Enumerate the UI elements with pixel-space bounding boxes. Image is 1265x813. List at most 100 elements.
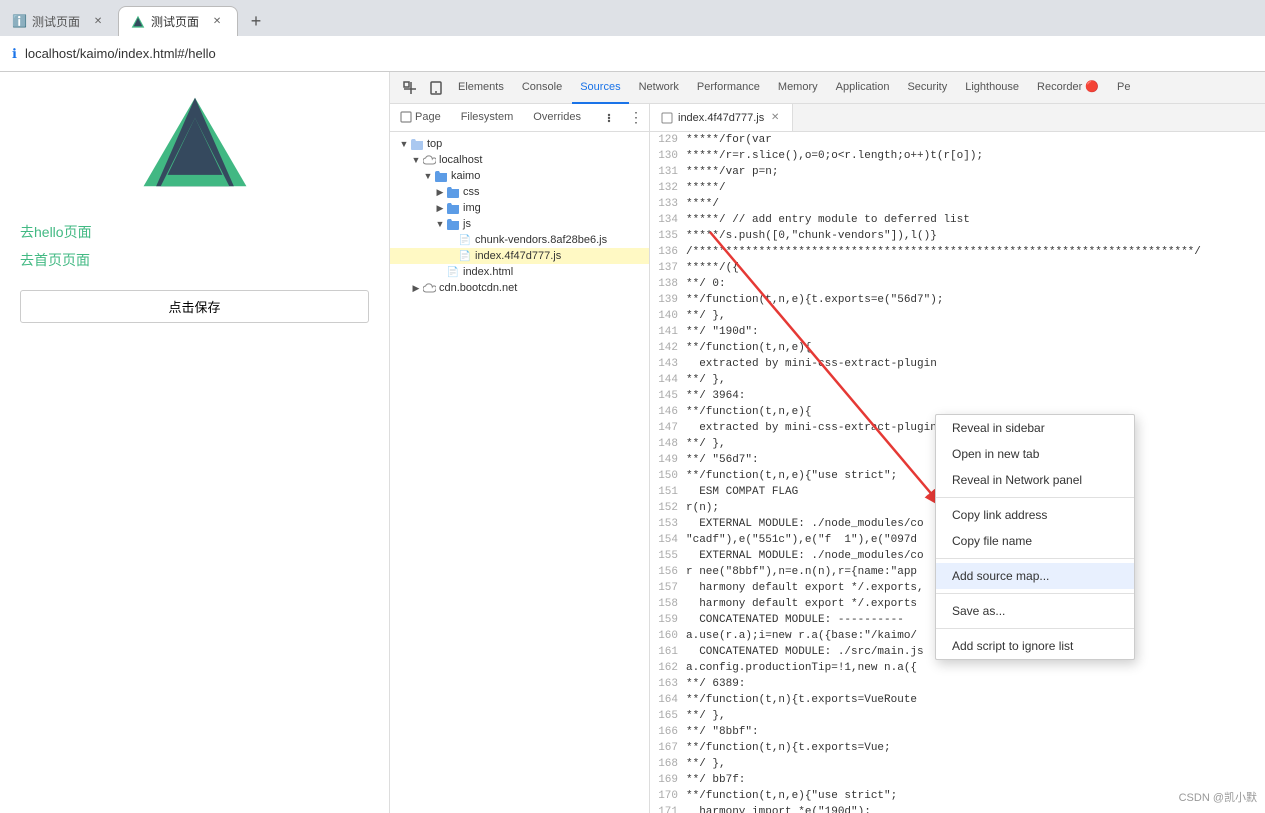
context-menu-copy-link[interactable]: Copy link address [936, 502, 1134, 528]
code-tab-index-js[interactable]: index.4f47d777.js ✕ [650, 104, 793, 132]
tree-item-chunk-vendors[interactable]: ▶ 📄 chunk-vendors.8af28be6.js [390, 232, 649, 248]
line-content: a.config.productionTip=!1,new n.a({ [686, 662, 917, 674]
tree-label-css: css [463, 186, 480, 198]
file-tree-menu[interactable]: ⋮ [623, 104, 649, 131]
tab-application[interactable]: Application [828, 72, 898, 104]
vue-logo-area [0, 72, 389, 212]
line-number: 160 [654, 630, 686, 642]
context-menu-copy-filename[interactable]: Copy file name [936, 528, 1134, 554]
code-line-131: 131*****/var p=n; [650, 164, 1265, 180]
tree-label-index-js: index.4f47d777.js [475, 250, 561, 262]
tree-item-cdn[interactable]: ▶ cdn.bootcdn.net [390, 280, 649, 296]
code-line-139: 139**/function(t,n,e){t.exports=e("56d7"… [650, 292, 1265, 308]
line-content: **/ 6389: [686, 678, 745, 690]
code-line-165: 165**/ }, [650, 708, 1265, 724]
hello-page-link[interactable]: 去hello页面 [20, 222, 92, 242]
code-line-135: 135*****/s.push([0,"chunk-vendors"]),l()… [650, 228, 1265, 244]
tree-label-img: img [463, 202, 481, 214]
line-number: 143 [654, 358, 686, 370]
sources-tab-more[interactable] [595, 104, 623, 131]
tree-item-top[interactable]: ▼ top [390, 136, 649, 152]
main-content: 去hello页面 去首页页面 点击保存 Elements Console Sou… [0, 72, 1265, 813]
line-content: harmony default export */.exports, [686, 582, 924, 594]
address-bar: ℹ localhost/kaimo/index.html#/hello [0, 36, 1265, 72]
tab-performance[interactable]: Performance [689, 72, 768, 104]
line-content: **/function(t,n){t.exports=VueRoute [686, 694, 917, 706]
context-menu-reveal-sidebar[interactable]: Reveal in sidebar [936, 415, 1134, 441]
tree-item-kaimo[interactable]: ▼ kaimo [390, 168, 649, 184]
line-content: EXTERNAL MODULE: ./node_modules/co [686, 518, 924, 530]
context-menu-save-as[interactable]: Save as... [936, 598, 1134, 624]
code-line-137: 137*****/({ [650, 260, 1265, 276]
context-menu-ignore-list[interactable]: Add script to ignore list [936, 633, 1134, 659]
code-line-143: 143 extracted by mini-css-extract-plugin [650, 356, 1265, 372]
browser-tab-1[interactable]: ℹ️ 测试页面 ✕ [0, 6, 118, 36]
tree-item-img[interactable]: ▶ img [390, 200, 649, 216]
tab-elements[interactable]: Elements [450, 72, 512, 104]
context-menu-add-source-map[interactable]: Add source map... [936, 563, 1134, 589]
new-tab-button[interactable]: + [242, 7, 270, 35]
line-content: **/ }, [686, 438, 726, 450]
code-line-164: 164**/function(t,n){t.exports=VueRoute [650, 692, 1265, 708]
line-content: extracted by mini-css-extract-plugin [686, 422, 937, 434]
line-number: 152 [654, 502, 686, 514]
context-menu-reveal-network[interactable]: Reveal in Network panel [936, 467, 1134, 493]
browser-tab-2[interactable]: 测试页面 ✕ [118, 6, 238, 36]
line-number: 164 [654, 694, 686, 706]
context-menu-open-new-tab[interactable]: Open in new tab [936, 441, 1134, 467]
sources-tab-page[interactable]: Page [390, 104, 451, 131]
tab-network[interactable]: Network [631, 72, 687, 104]
sources-tab-overrides[interactable]: Overrides [523, 104, 591, 131]
tree-item-index-js[interactable]: ▶ 📄 index.4f47d777.js [390, 248, 649, 264]
tab1-close[interactable]: ✕ [90, 13, 106, 29]
tree-arrow-kaimo: ▼ [422, 171, 434, 181]
device-toolbar-icon[interactable] [424, 76, 448, 100]
line-number: 130 [654, 150, 686, 162]
line-number: 149 [654, 454, 686, 466]
tree-item-localhost[interactable]: ▼ localhost [390, 152, 649, 168]
line-number: 163 [654, 678, 686, 690]
line-content: a.use(r.a);i=new r.a({base:"/kaimo/ [686, 630, 917, 642]
cloud-icon-cdn [422, 281, 436, 295]
code-tab-close[interactable]: ✕ [768, 111, 782, 125]
line-content: *****/var p=n; [686, 166, 778, 178]
line-content: **/ }, [686, 758, 726, 770]
nav-links: 去hello页面 去首页页面 [0, 212, 389, 280]
context-menu-sep4 [936, 628, 1134, 629]
tab-security[interactable]: Security [899, 72, 955, 104]
tree-item-js[interactable]: ▼ js [390, 216, 649, 232]
tab-sources[interactable]: Sources [572, 72, 628, 104]
address-text[interactable]: localhost/kaimo/index.html#/hello [25, 46, 216, 61]
line-content: **/ bb7f: [686, 774, 745, 786]
tab2-close[interactable]: ✕ [209, 14, 225, 30]
sources-tab-filesystem[interactable]: Filesystem [451, 104, 524, 131]
line-number: 131 [654, 166, 686, 178]
tree-item-css[interactable]: ▶ css [390, 184, 649, 200]
folder-icon-img [446, 201, 460, 215]
code-line-162: 162a.config.productionTip=!1,new n.a({ [650, 660, 1265, 676]
line-number: 146 [654, 406, 686, 418]
line-content: CONCATENATED MODULE: ./src/main.js [686, 646, 924, 658]
tree-arrow-css: ▶ [434, 187, 446, 198]
code-line-129: 129*****/for(var [650, 132, 1265, 148]
line-number: 139 [654, 294, 686, 306]
tree-label-js: js [463, 218, 471, 230]
line-content: **/ }, [686, 710, 726, 722]
line-content: harmony default export */.exports [686, 598, 917, 610]
tree-label-top: top [427, 138, 442, 150]
line-content: **/function(t,n,e){"use strict"; [686, 790, 897, 802]
line-content: ESM COMPAT FLAG [686, 486, 798, 498]
tab-pe[interactable]: Pe [1109, 72, 1138, 104]
tab-lighthouse[interactable]: Lighthouse [957, 72, 1027, 104]
tab-recorder[interactable]: Recorder 🔴 [1029, 72, 1107, 104]
code-line-145: 145**/ 3964: [650, 388, 1265, 404]
line-number: 161 [654, 646, 686, 658]
home-page-link[interactable]: 去首页页面 [20, 250, 90, 270]
save-button[interactable]: 点击保存 [20, 290, 369, 323]
code-tab-label: index.4f47d777.js [678, 112, 764, 124]
tab-memory[interactable]: Memory [770, 72, 826, 104]
line-number: 151 [654, 486, 686, 498]
tab-console[interactable]: Console [514, 72, 570, 104]
tree-item-index-html[interactable]: ▶ 📄 index.html [390, 264, 649, 280]
inspect-element-icon[interactable] [398, 76, 422, 100]
